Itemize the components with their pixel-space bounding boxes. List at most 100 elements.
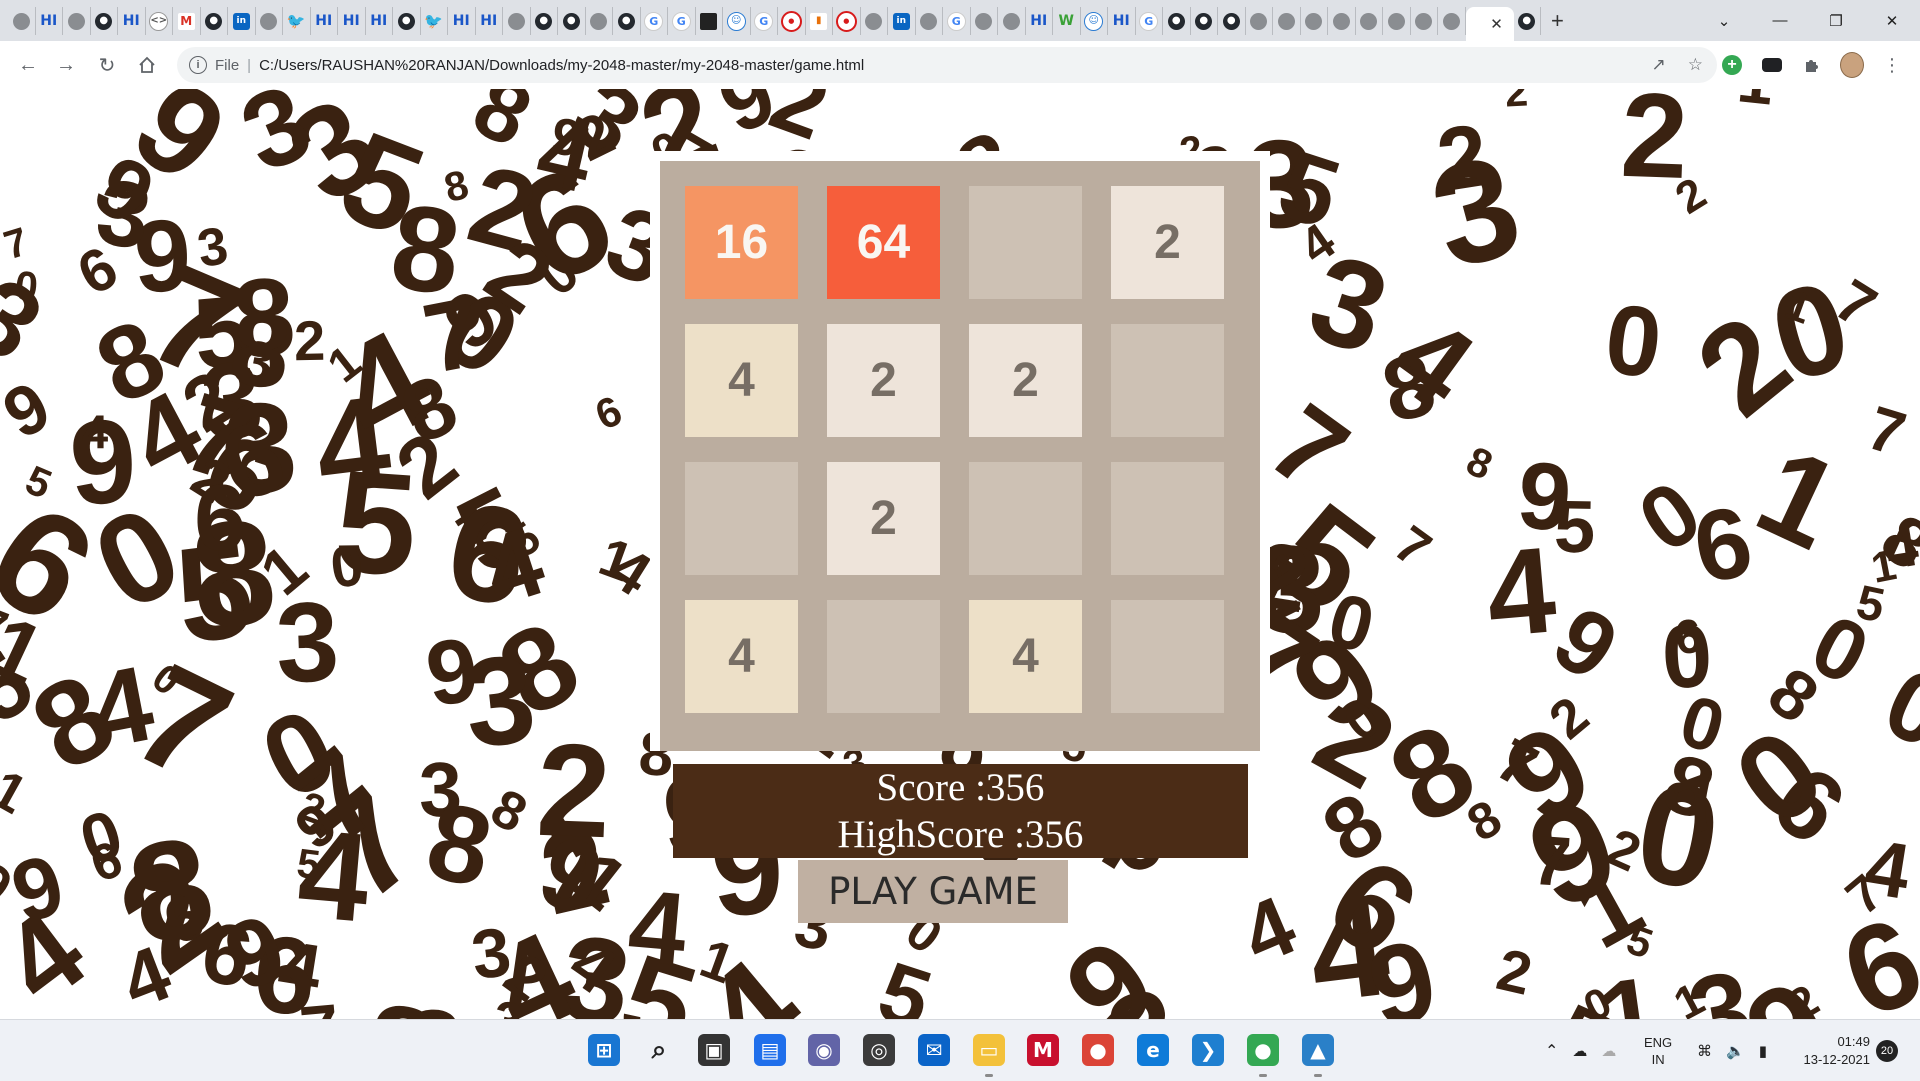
browser-tab[interactable]: HI bbox=[311, 7, 338, 35]
browser-tab[interactable]: <> bbox=[146, 7, 173, 35]
chrome-icon[interactable]: ● bbox=[1082, 1034, 1114, 1066]
edge-icon[interactable]: e bbox=[1137, 1034, 1169, 1066]
tab-search-icon[interactable]: ⌄ bbox=[1696, 0, 1752, 41]
browser-tab[interactable]: G bbox=[751, 7, 778, 35]
search-icon[interactable]: ⌕ bbox=[643, 1034, 675, 1066]
browser-tab[interactable]: ● bbox=[1218, 7, 1246, 35]
browser-tab[interactable] bbox=[1356, 7, 1383, 35]
bookmark-star-icon[interactable]: ☆ bbox=[1688, 55, 1703, 75]
onedrive-icon[interactable]: ☁ bbox=[1601, 1042, 1616, 1060]
site-info-icon[interactable]: i bbox=[189, 56, 207, 74]
browser-tab[interactable]: ● bbox=[393, 7, 421, 35]
browser-tab-active[interactable]: ✕ bbox=[1465, 7, 1514, 41]
teams-chat-icon[interactable]: ◉ bbox=[808, 1034, 840, 1066]
browser-tab[interactable]: HI bbox=[1026, 7, 1053, 35]
extensions-puzzle-icon[interactable] bbox=[1800, 53, 1824, 77]
address-bar[interactable]: i File | C:/Users/RAUSHAN%20RANJAN/Downl… bbox=[177, 47, 1717, 83]
app-icon[interactable]: ◎ bbox=[863, 1034, 895, 1066]
photos-icon[interactable]: ▲ bbox=[1302, 1034, 1334, 1066]
play-game-button[interactable]: PLAY GAME bbox=[798, 860, 1068, 923]
browser-tab[interactable] bbox=[8, 7, 36, 35]
background-digit: 4 bbox=[624, 867, 692, 988]
task-view-icon[interactable]: ▣ bbox=[698, 1034, 730, 1066]
restore-button[interactable]: ❐ bbox=[1808, 0, 1864, 41]
browser-tab[interactable] bbox=[586, 7, 613, 35]
browser-tab[interactable]: in bbox=[888, 7, 916, 35]
browser-tab[interactable]: HI bbox=[118, 7, 146, 35]
extension-glasses-icon[interactable] bbox=[1760, 53, 1784, 77]
close-tab-icon[interactable]: ✕ bbox=[1490, 15, 1503, 33]
browser-tab[interactable]: ● bbox=[558, 7, 586, 35]
browser-tab[interactable]: ● bbox=[1514, 7, 1541, 35]
browser-tab[interactable] bbox=[1411, 7, 1438, 35]
browser-tab[interactable]: 🐦 bbox=[283, 7, 311, 35]
profile-avatar[interactable] bbox=[1840, 52, 1864, 78]
vscode-icon[interactable]: ❯ bbox=[1192, 1034, 1224, 1066]
close-window-button[interactable]: ✕ bbox=[1864, 0, 1920, 41]
clock[interactable]: 01:49 13-12-2021 bbox=[1795, 1020, 1871, 1081]
browser-tab[interactable] bbox=[1301, 7, 1328, 35]
browser-tab[interactable]: ● bbox=[1163, 7, 1191, 35]
browser-tab[interactable] bbox=[256, 7, 283, 35]
browser-tab[interactable]: 🐦 bbox=[421, 7, 448, 35]
browser-tab[interactable] bbox=[916, 7, 943, 35]
browser-tab[interactable]: ● bbox=[531, 7, 558, 35]
extension-plus-icon[interactable]: + bbox=[1720, 53, 1744, 77]
widgets-icon[interactable]: ▤ bbox=[754, 1034, 786, 1066]
browser-tab[interactable] bbox=[696, 7, 723, 35]
browser-tab[interactable]: HI bbox=[448, 7, 476, 35]
browser-tab[interactable] bbox=[1273, 7, 1301, 35]
quick-settings[interactable]: ⌘ 🔈 ▮ bbox=[1697, 1020, 1767, 1081]
reload-icon[interactable]: ↻ bbox=[93, 51, 121, 79]
browser-tab[interactable]: ● bbox=[833, 7, 861, 35]
browser-tab[interactable] bbox=[998, 7, 1026, 35]
browser-tab[interactable]: W bbox=[1053, 7, 1081, 35]
file-explorer-icon[interactable]: ▭ bbox=[973, 1034, 1005, 1066]
browser-tab[interactable] bbox=[861, 7, 888, 35]
browser-tab[interactable]: G bbox=[641, 7, 668, 35]
browser-tab[interactable] bbox=[971, 7, 998, 35]
browser-tab[interactable]: in bbox=[228, 7, 256, 35]
forward-arrow-icon[interactable]: → bbox=[52, 51, 80, 79]
browser-tab[interactable]: ☺ bbox=[1081, 7, 1108, 35]
browser-tab[interactable]: ● bbox=[778, 7, 806, 35]
browser-tab[interactable]: HI bbox=[476, 7, 503, 35]
browser-tab[interactable]: M bbox=[173, 7, 201, 35]
share-icon[interactable]: ↗ bbox=[1652, 55, 1666, 75]
browser-tab[interactable]: G bbox=[1136, 7, 1163, 35]
browser-tab[interactable]: HI bbox=[1108, 7, 1136, 35]
browser-tab[interactable] bbox=[1438, 7, 1466, 35]
game-board[interactable]: 16 64 2 4 2 2 2 4 4 bbox=[660, 161, 1260, 751]
browser-tab[interactable]: ● bbox=[91, 7, 118, 35]
minimize-button[interactable]: — bbox=[1752, 0, 1808, 41]
cloud-icon[interactable]: ☁ bbox=[1572, 1042, 1587, 1060]
windows-start-icon[interactable]: ⊞ bbox=[588, 1034, 620, 1066]
chrome-profile-icon[interactable]: ● bbox=[1247, 1034, 1279, 1066]
browser-tab[interactable] bbox=[1328, 7, 1356, 35]
language-indicator[interactable]: ENG IN bbox=[1644, 1020, 1672, 1081]
back-arrow-icon[interactable]: ← bbox=[14, 51, 42, 79]
url-text[interactable]: C:/Users/RAUSHAN%20RANJAN/Downloads/my-2… bbox=[259, 57, 864, 74]
browser-tab[interactable]: HI bbox=[36, 7, 63, 35]
browser-tab[interactable] bbox=[1383, 7, 1411, 35]
browser-tab[interactable]: ▮ bbox=[806, 7, 833, 35]
browser-tab[interactable]: HI bbox=[366, 7, 393, 35]
browser-tab[interactable]: ● bbox=[613, 7, 641, 35]
browser-tab[interactable]: G bbox=[943, 7, 971, 35]
browser-tab[interactable]: G bbox=[668, 7, 696, 35]
browser-tab[interactable] bbox=[503, 7, 531, 35]
browser-tab[interactable]: ● bbox=[1191, 7, 1218, 35]
chevron-up-icon[interactable]: ⌃ bbox=[1545, 1041, 1558, 1061]
tab-list: HI ● HI <> M ● in 🐦 HI HI HI ● 🐦 HI HI ● ● ● G G ☺ G ● ▮ ● in G HI W… bbox=[8, 7, 1564, 41]
notification-center[interactable]: 20 bbox=[1876, 1020, 1898, 1081]
home-icon[interactable] bbox=[133, 51, 161, 79]
menu-kebab-icon[interactable]: ⋮ bbox=[1880, 53, 1904, 77]
browser-tab[interactable] bbox=[63, 7, 91, 35]
browser-tab[interactable] bbox=[1246, 7, 1273, 35]
browser-tab[interactable]: ● bbox=[201, 7, 228, 35]
browser-tab[interactable]: HI bbox=[338, 7, 366, 35]
new-tab-button[interactable]: + bbox=[1551, 8, 1564, 34]
browser-tab[interactable]: ☺ bbox=[723, 7, 751, 35]
mail-icon[interactable]: ✉ bbox=[918, 1034, 950, 1066]
mcafee-icon[interactable]: M bbox=[1027, 1034, 1059, 1066]
